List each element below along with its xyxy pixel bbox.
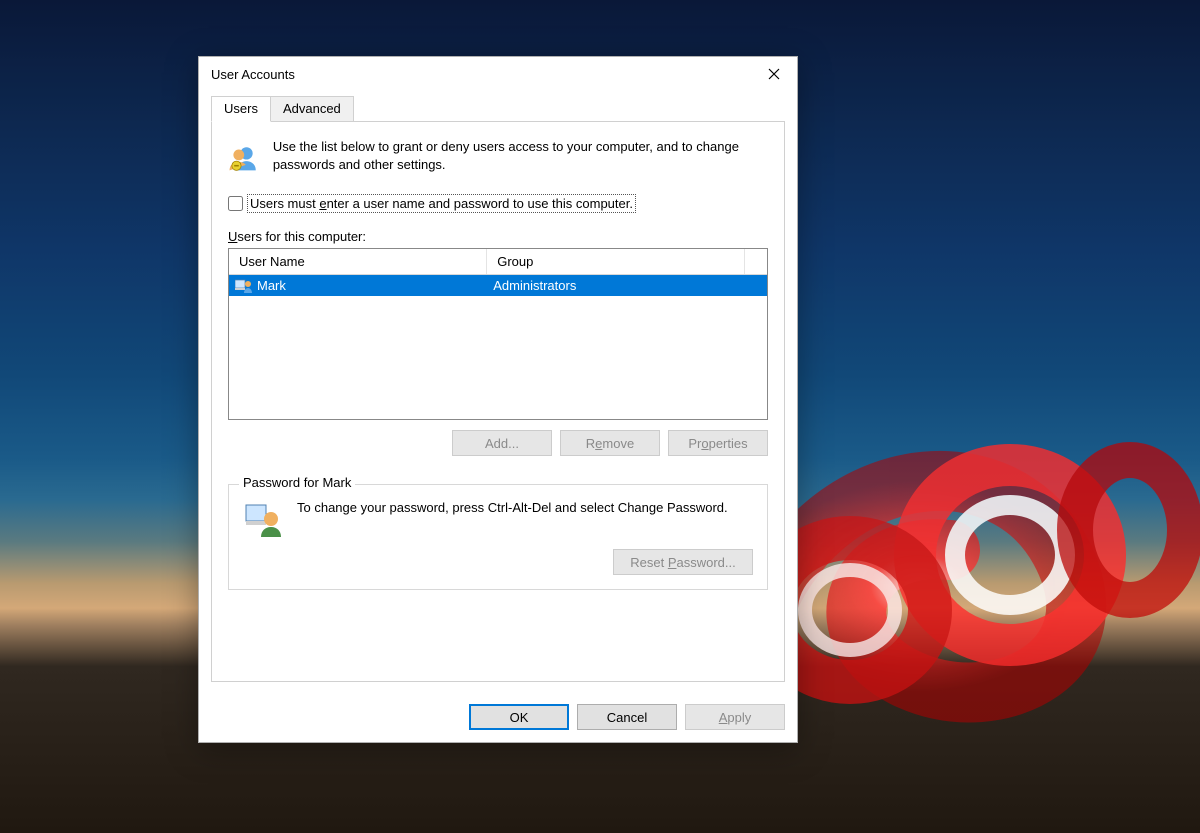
add-button[interactable]: Add... [452,430,552,456]
intro-text: Use the list below to grant or deny user… [273,138,768,178]
column-group[interactable]: Group [487,249,745,274]
tab-bar: Users Advanced [211,95,785,122]
user-icon [235,277,253,293]
require-login-checkbox[interactable] [228,196,243,211]
window-title: User Accounts [211,67,295,82]
properties-button[interactable]: Properties [668,430,768,456]
column-username[interactable]: User Name [229,249,487,274]
ok-button[interactable]: OK [469,704,569,730]
cancel-button[interactable]: Cancel [577,704,677,730]
list-header: User Name Group [229,249,767,275]
users-listbox[interactable]: User Name Group Mark Administra [228,248,768,420]
apply-button[interactable]: Apply [685,704,785,730]
password-group-title: Password for Mark [239,475,355,490]
user-accounts-dialog: User Accounts Users Advanced Use the lis… [198,56,798,743]
close-button[interactable] [751,58,797,90]
password-groupbox: Password for Mark To change your passwor… [228,484,768,590]
dialog-button-row: OK Cancel Apply [199,694,797,742]
users-list-label: Users for this computer: [228,229,768,244]
tab-advanced[interactable]: Advanced [270,96,354,122]
reset-password-button[interactable]: Reset Password... [613,549,753,575]
list-row[interactable]: Mark Administrators [229,275,767,296]
titlebar[interactable]: User Accounts [199,57,797,91]
tab-users[interactable]: Users [211,96,271,122]
close-icon [768,68,780,80]
password-group-text: To change your password, press Ctrl-Alt-… [297,499,753,517]
cell-username: Mark [257,278,286,293]
require-login-label[interactable]: Users must enter a user name and passwor… [247,194,636,213]
remove-button[interactable]: Remove [560,430,660,456]
tab-panel-users: Use the list below to grant or deny user… [211,122,785,682]
password-icon [243,499,283,539]
cell-group: Administrators [487,276,745,296]
users-icon [228,138,259,178]
